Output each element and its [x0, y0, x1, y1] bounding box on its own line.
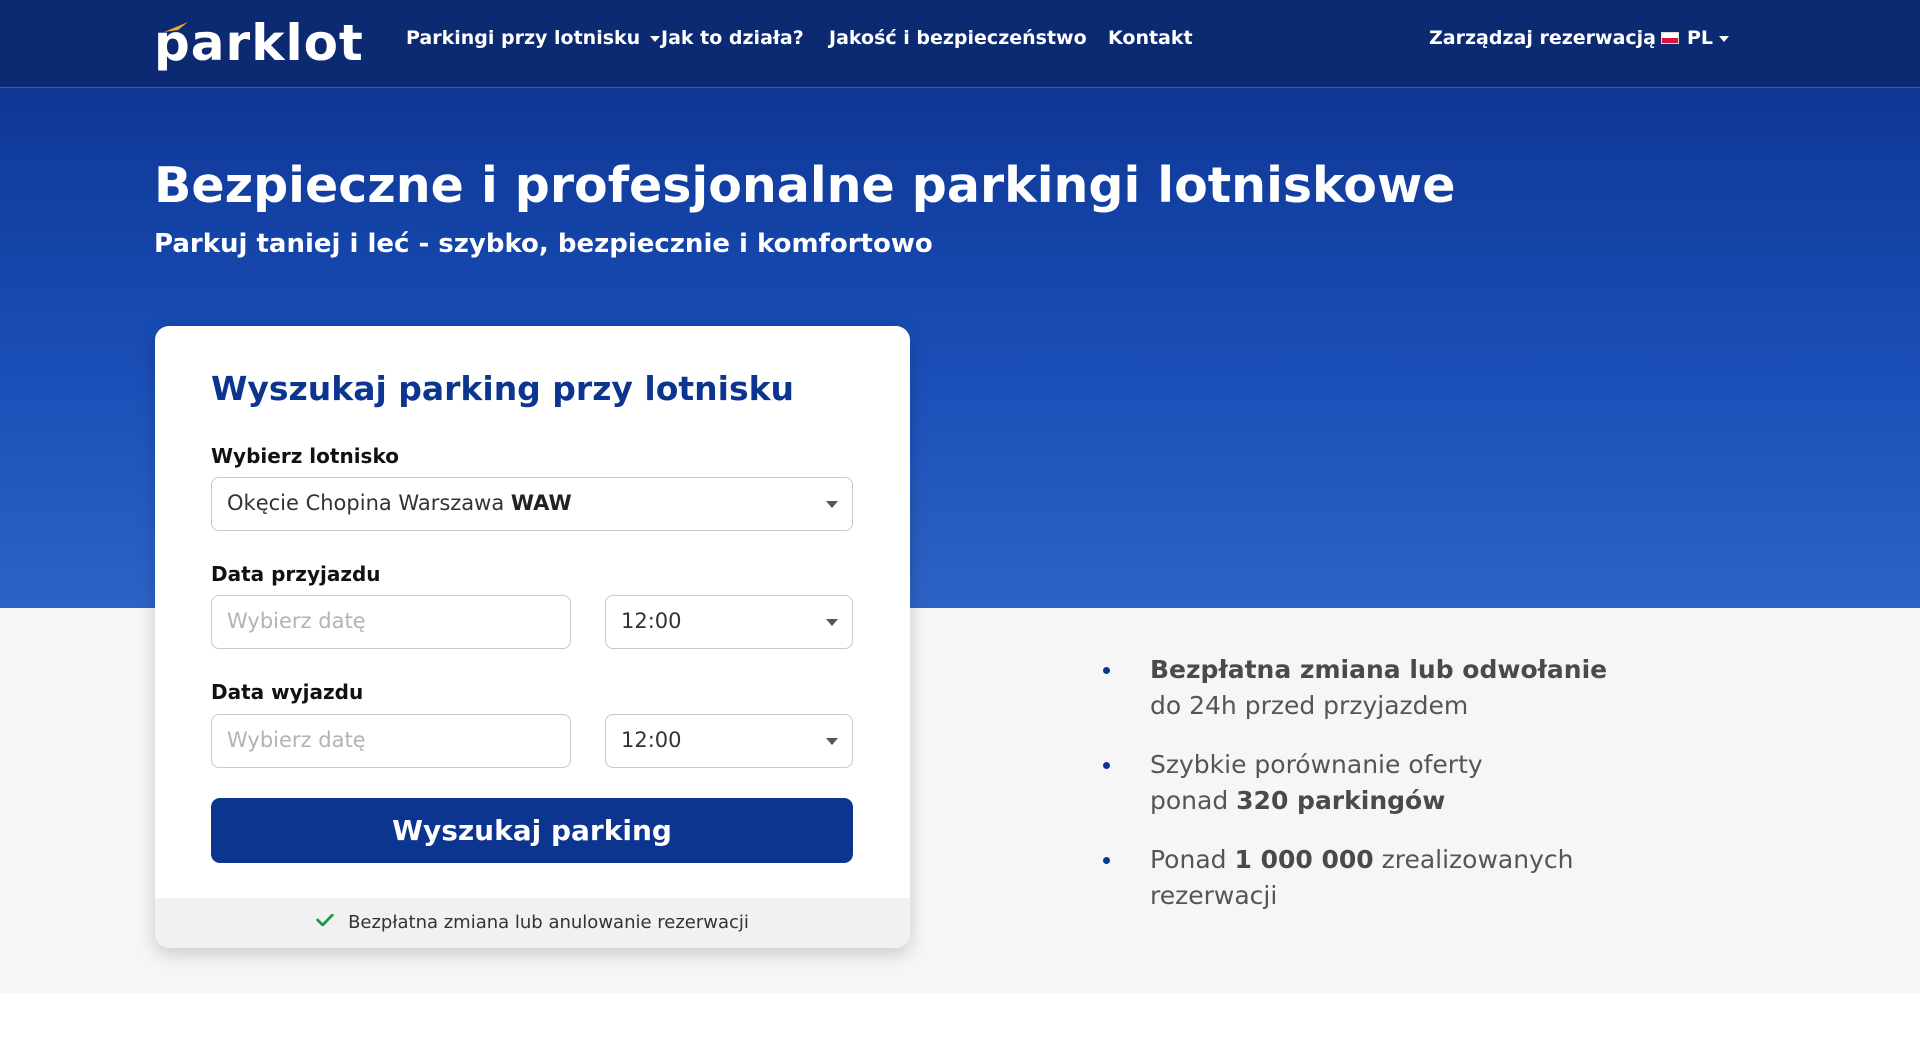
nav-quality-security[interactable]: Jakość i bezpieczeństwo [829, 26, 1087, 50]
chevron-down-icon [1719, 35, 1730, 42]
departure-date-label: Data wyjazdu [211, 680, 364, 704]
language-label: PL [1687, 27, 1714, 49]
feature-text: Ponad [1150, 845, 1235, 874]
feature-bold: 1 000 000 [1234, 845, 1374, 874]
search-card-title: Wyszukaj parking przy lotnisku [211, 369, 795, 408]
feature-item: Ponad 1 000 000 zrealizowanych rezerwacj… [1100, 842, 1660, 914]
nav-airport-parkings[interactable]: Parkingi przy lotnisku [406, 26, 661, 50]
arrival-date-input[interactable]: Wybierz datę [211, 595, 571, 649]
bullet-dot [1103, 762, 1110, 769]
dropdown-arrow-icon [826, 738, 838, 745]
feature-text: ponad [1150, 786, 1237, 815]
departure-date-input[interactable]: Wybierz datę [211, 714, 571, 768]
feature-item: Szybkie porównanie oferty ponad 320 park… [1100, 747, 1660, 819]
airport-code: WAW [510, 491, 572, 515]
manage-booking-link[interactable]: Zarządzaj rezerwacją [1429, 26, 1656, 50]
airport-label: Wybierz lotnisko [211, 444, 399, 468]
feature-bold: 320 parkingów [1236, 786, 1446, 815]
checkmark-icon [316, 914, 334, 926]
footer-note-text: Bezpłatna zmiana lub anulowanie rezerwac… [348, 912, 749, 933]
features-list: Bezpłatna zmiana lub odwołanie do 24h pr… [1100, 652, 1660, 937]
card-footer-note: Bezpłatna zmiana lub anulowanie rezerwac… [155, 898, 910, 948]
departure-time-select[interactable]: 12:00 [605, 714, 853, 768]
chevron-down-icon [650, 35, 661, 42]
arrival-time-value: 12:00 [621, 609, 682, 633]
language-selector[interactable]: PL [1661, 26, 1730, 50]
nav-how-it-works[interactable]: Jak to działa? [661, 26, 804, 50]
search-parking-button[interactable]: Wyszukaj parking [211, 798, 853, 863]
feature-text: do 24h przed przyjazdem [1150, 691, 1469, 720]
nav-airport-parkings-label: Parkingi przy lotnisku [406, 27, 641, 49]
feature-item: Bezpłatna zmiana lub odwołanie do 24h pr… [1100, 652, 1660, 724]
hero-subtitle: Parkuj taniej i leć - szybko, bezpieczni… [154, 229, 933, 259]
poland-flag-icon [1661, 31, 1679, 44]
parklot-logo[interactable]: parklot [154, 18, 384, 68]
search-card: Wyszukaj parking przy lotnisku Wybierz l… [155, 326, 910, 948]
dropdown-arrow-icon [826, 619, 838, 626]
feature-bold: Bezpłatna zmiana lub odwołanie [1150, 655, 1608, 684]
airport-select[interactable]: Okęcie Chopina Warszawa WAW [211, 477, 853, 531]
arrival-time-select[interactable]: 12:00 [605, 595, 853, 649]
feature-text: Szybkie porównanie oferty [1150, 750, 1483, 779]
bullet-dot [1103, 667, 1110, 674]
hero-title: Bezpieczne i profesjonalne parkingi lotn… [154, 157, 1456, 214]
bullet-dot [1103, 857, 1110, 864]
dropdown-arrow-icon [826, 501, 838, 508]
top-navbar: parklot Parkingi przy lotnisku Jak to dz… [0, 0, 1920, 88]
airport-name: Okęcie Chopina Warszawa [227, 491, 505, 515]
plane-icon [164, 22, 188, 32]
departure-time-value: 12:00 [621, 728, 682, 752]
nav-contact[interactable]: Kontakt [1108, 26, 1193, 50]
arrival-date-label: Data przyjazdu [211, 562, 381, 586]
